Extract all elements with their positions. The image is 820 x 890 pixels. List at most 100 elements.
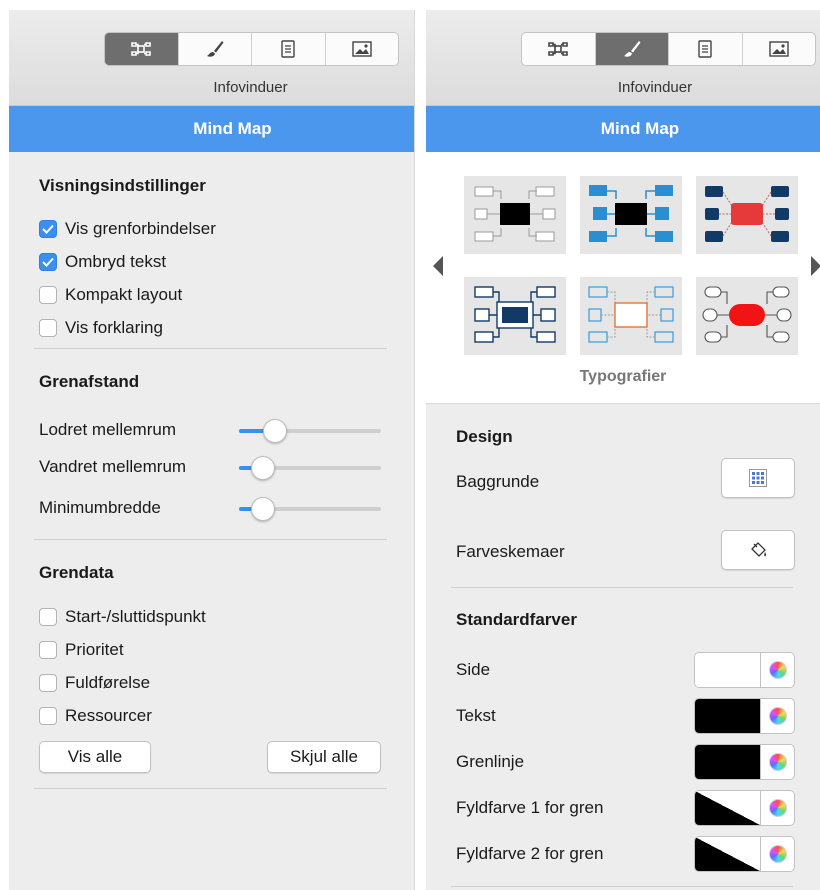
resources-option[interactable]: Ressourcer — [39, 704, 152, 728]
checkbox[interactable] — [39, 286, 57, 304]
branch-data-heading: Grendata — [39, 563, 114, 582]
color-picker-button[interactable] — [761, 653, 794, 687]
divider — [451, 587, 793, 588]
checkbox[interactable] — [39, 608, 57, 626]
style-thumbnail-blue-black[interactable] — [580, 176, 682, 254]
color-swatch[interactable] — [695, 791, 761, 825]
style-thumbnail-rounded-red[interactable] — [696, 277, 798, 355]
show-legend-option[interactable]: Vis forklaring — [39, 316, 163, 340]
checkbox[interactable] — [39, 707, 57, 725]
checkmark-icon — [42, 257, 54, 267]
start-end-time-option[interactable]: Start-/sluttidspunkt — [39, 605, 206, 629]
color-swatch[interactable] — [695, 745, 761, 779]
option-label: Vis forklaring — [65, 318, 163, 337]
branch-line-color-well[interactable] — [694, 744, 795, 780]
color-swatch[interactable] — [695, 837, 761, 871]
styles-gallery: Typografier — [426, 152, 820, 404]
notes-tab[interactable] — [669, 33, 743, 65]
checkbox[interactable] — [39, 674, 57, 692]
branch-fill-color-1-well[interactable] — [694, 790, 795, 826]
minimum-width-slider[interactable] — [239, 494, 381, 524]
vertical-spacing-slider[interactable] — [239, 416, 381, 446]
divider — [34, 539, 387, 540]
background-grid-icon — [749, 469, 767, 487]
horizontal-spacing-slider[interactable] — [239, 453, 381, 483]
color-swatch[interactable] — [695, 653, 761, 687]
map-structure-tab[interactable] — [105, 33, 179, 65]
paint-bucket-icon — [751, 542, 767, 557]
style-thumbnail-navy-outline[interactable] — [464, 277, 566, 355]
next-arrow-icon[interactable] — [811, 256, 820, 276]
option-label: Kompakt layout — [65, 285, 183, 304]
previous-arrow-icon[interactable] — [433, 256, 443, 276]
inspector-tab-switcher — [104, 32, 399, 66]
text-color-well[interactable] — [694, 698, 795, 734]
hide-all-button[interactable]: Skjul alle — [267, 741, 381, 773]
branch-line-color-label: Grenlinje — [456, 752, 525, 771]
toolbar-title: Infovinduer — [213, 79, 288, 96]
view-settings-heading: Visningsindstillinger — [39, 176, 206, 195]
document-icon — [698, 40, 712, 58]
left-inspector-panel: Infovinduer Mind Map Visningsindstilling… — [9, 10, 415, 890]
color-picker-button[interactable] — [761, 791, 794, 825]
color-picker-button[interactable] — [761, 699, 794, 733]
design-heading: Design — [456, 427, 513, 446]
branch-fill-color-1-label: Fyldfarve 1 for gren — [456, 798, 604, 817]
color-wheel-icon — [768, 845, 787, 863]
option-label: Fuldførelse — [65, 673, 151, 692]
minimum-width-label: Minimumbredde — [39, 498, 161, 517]
completion-option[interactable]: Fuldførelse — [39, 671, 150, 695]
notes-tab[interactable] — [252, 33, 326, 65]
style-tab[interactable] — [595, 33, 669, 65]
color-schemes-button[interactable] — [721, 530, 795, 570]
inspector-tab-switcher — [521, 32, 816, 66]
option-label: Prioritet — [65, 640, 124, 659]
page-color-label: Side — [456, 660, 491, 679]
toolbar-title: Infovinduer — [617, 79, 693, 96]
color-swatch[interactable] — [695, 699, 761, 733]
slider-knob[interactable] — [251, 497, 276, 521]
checkbox[interactable] — [39, 220, 57, 238]
wrap-text-option[interactable]: Ombryd tekst — [39, 250, 166, 274]
slider-knob[interactable] — [262, 419, 287, 443]
branch-fill-color-2-label: Fyldfarve 2 for gren — [456, 844, 604, 863]
document-icon — [281, 40, 295, 58]
checkbox[interactable] — [39, 319, 57, 337]
style-tab[interactable] — [179, 33, 252, 65]
standard-colors-heading: Standardfarver — [456, 610, 577, 629]
mind-map-style-icon — [474, 186, 556, 242]
media-tab[interactable] — [743, 33, 816, 65]
priority-option[interactable]: Prioritet — [39, 638, 124, 662]
inspector-toolbar: Infovinduer — [9, 10, 414, 106]
vertical-spacing-label: Lodret mellemrum — [39, 420, 176, 439]
option-label: Vis grenforbindelser — [65, 219, 216, 238]
slider-knob[interactable] — [251, 456, 276, 480]
mind-map-header: Mind Map — [426, 106, 820, 152]
checkmark-icon — [42, 224, 54, 234]
color-schemes-label: Farveskemaer — [456, 542, 565, 561]
branch-fill-color-2-well[interactable] — [694, 836, 795, 872]
map-structure-tab[interactable] — [522, 33, 596, 65]
inspector-toolbar: Infovinduer — [426, 10, 820, 106]
style-thumbnail-classic-black[interactable] — [464, 176, 566, 254]
mind-map-style-icon — [589, 185, 673, 242]
page-color-well[interactable] — [694, 652, 795, 688]
mind-map-style-icon — [705, 186, 789, 242]
style-thumbnail-navy-red[interactable] — [696, 176, 798, 254]
color-picker-button[interactable] — [761, 745, 794, 779]
style-thumbnail-light-blue-orange[interactable] — [580, 277, 682, 355]
color-wheel-icon — [768, 799, 787, 817]
compact-layout-option[interactable]: Kompakt layout — [39, 283, 182, 307]
divider — [34, 348, 387, 349]
backgrounds-button[interactable] — [721, 458, 795, 498]
checkbox[interactable] — [39, 641, 57, 659]
paintbrush-icon — [623, 41, 641, 57]
color-wheel-icon — [768, 753, 787, 771]
color-picker-button[interactable] — [761, 837, 794, 871]
checkbox[interactable] — [39, 253, 57, 271]
color-wheel-icon — [768, 707, 787, 725]
show-all-button[interactable]: Vis alle — [39, 741, 151, 773]
image-icon — [352, 41, 372, 57]
media-tab[interactable] — [326, 33, 399, 65]
show-branch-connections-option[interactable]: Vis grenforbindelser — [39, 217, 216, 241]
